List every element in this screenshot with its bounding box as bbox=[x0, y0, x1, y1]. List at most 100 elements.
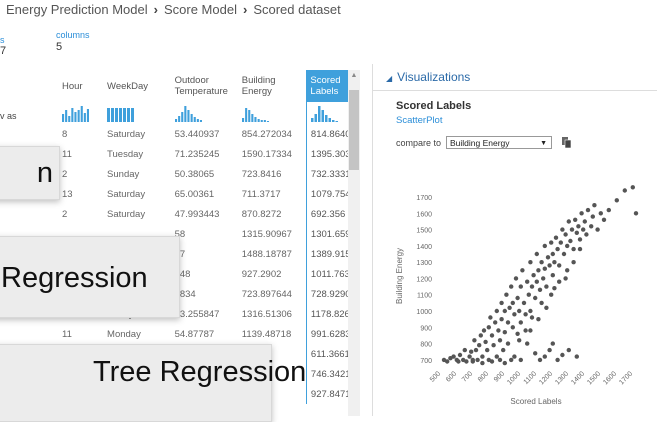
scatter-point bbox=[518, 284, 523, 289]
scatter-point bbox=[574, 230, 579, 235]
visualization-subtitle: ScatterPlot bbox=[396, 115, 443, 126]
scatter-point bbox=[582, 219, 587, 224]
scatter-point bbox=[558, 240, 563, 245]
scatter-point bbox=[528, 260, 533, 265]
table-scroll-thumb[interactable] bbox=[349, 90, 359, 170]
y-tick-label: 1700 bbox=[416, 195, 432, 202]
histogram-bar bbox=[314, 114, 317, 122]
histogram-bar bbox=[324, 115, 328, 122]
histogram-bar bbox=[321, 110, 324, 122]
histogram-bar bbox=[241, 118, 244, 122]
breadcrumb-item-model[interactable]: Energy Prediction Model bbox=[6, 2, 148, 17]
table-cell: Tuesday bbox=[107, 148, 144, 160]
compare-to-select[interactable]: Building Energy ▼ bbox=[446, 136, 552, 149]
histogram-temperature[interactable] bbox=[171, 102, 238, 124]
table-cell: Monday bbox=[107, 328, 141, 340]
histogram-bar bbox=[196, 119, 199, 122]
table-cell: 71.235245 bbox=[174, 148, 220, 160]
collapse-triangle-icon: ◢ bbox=[386, 74, 393, 83]
scatter-point bbox=[510, 325, 515, 330]
x-tick-label: 1200 bbox=[538, 370, 554, 386]
histogram-energy[interactable] bbox=[238, 102, 307, 124]
table-row[interactable]: 13 Saturday 65.00361 711.3717 1079.754 bbox=[58, 184, 358, 204]
scatter-point bbox=[467, 354, 472, 359]
column-header-outdoor-temperature[interactable]: Outdoor Temperature bbox=[171, 70, 238, 102]
histogram-bar bbox=[83, 113, 86, 122]
histogram-bar bbox=[193, 117, 196, 122]
histogram-hour[interactable] bbox=[58, 102, 103, 124]
column-header-hour[interactable]: Hour bbox=[58, 70, 103, 102]
x-tick-label: 700 bbox=[461, 370, 474, 383]
y-tick-label: 1600 bbox=[416, 211, 432, 218]
visualizations-header[interactable]: ◢ Visualizations bbox=[386, 70, 470, 84]
table-cell: 711.3717 bbox=[241, 188, 281, 200]
column-header-building-energy[interactable]: Building Energy bbox=[238, 70, 307, 102]
table-cell: Saturday bbox=[107, 128, 146, 140]
histogram-bar bbox=[71, 108, 74, 122]
table-cell: 54.87787 bbox=[174, 328, 215, 340]
copy-icon[interactable] bbox=[562, 137, 571, 148]
scatter-point bbox=[563, 232, 568, 237]
histogram-bar bbox=[328, 118, 331, 122]
scatter-point bbox=[472, 338, 477, 343]
scatter-point bbox=[566, 347, 571, 353]
scatter-point bbox=[488, 315, 493, 320]
x-tick-label: 1600 bbox=[602, 370, 618, 386]
table-cell: 47.993443 bbox=[174, 208, 220, 220]
scatter-point bbox=[502, 308, 507, 314]
scatter-point bbox=[456, 359, 461, 364]
x-tick-label: 800 bbox=[477, 370, 490, 383]
histogram-temperature-icon bbox=[174, 106, 202, 122]
breadcrumb-item-score-model[interactable]: Score Model bbox=[164, 2, 237, 17]
scatter-point bbox=[518, 320, 523, 325]
histogram-bar bbox=[107, 108, 111, 122]
scatter-point bbox=[512, 312, 517, 317]
histogram-bar bbox=[62, 114, 65, 122]
x-tick-label: 1100 bbox=[523, 370, 539, 386]
table-row[interactable]: 11 Monday 54.87787 1139.48718 991.6283 bbox=[58, 324, 358, 344]
table-row[interactable]: 2 Saturday 47.993443 870.8272 692.356 bbox=[58, 204, 358, 224]
scatter-point bbox=[541, 276, 546, 281]
table-row[interactable]: 11 Tuesday 71.235245 1590.17334 1395.303 bbox=[58, 144, 358, 164]
histogram-bar bbox=[310, 118, 314, 122]
histogram-bar bbox=[331, 120, 335, 122]
histogram-bar bbox=[186, 110, 190, 122]
scatter-point bbox=[445, 359, 450, 364]
compare-to-label: compare to bbox=[396, 138, 442, 148]
scatter-point bbox=[499, 317, 504, 322]
scatter-point bbox=[473, 347, 479, 353]
scatter-point bbox=[483, 339, 488, 345]
compare-to-value: Building Energy bbox=[450, 138, 510, 148]
table-row[interactable]: 8 Saturday 53.440937 854.272034 814.8640 bbox=[58, 124, 358, 144]
histogram-bar bbox=[80, 106, 83, 122]
x-tick-label: 500 bbox=[429, 370, 442, 383]
scatter-point bbox=[515, 295, 520, 301]
y-tick-label: 700 bbox=[420, 358, 432, 365]
column-header-weekday[interactable]: WeekDay bbox=[103, 70, 171, 102]
scatter-point bbox=[577, 246, 583, 252]
table-row[interactable]: 2 Sunday 50.38065 723.8416 732.3331 bbox=[58, 164, 358, 184]
scatter-point bbox=[464, 359, 469, 364]
histogram-bar bbox=[123, 108, 127, 122]
scatter-point bbox=[584, 232, 589, 237]
scatter-point bbox=[555, 357, 560, 363]
x-tick-label: 600 bbox=[445, 370, 458, 383]
table-cell: 11 bbox=[62, 328, 72, 340]
scatter-point bbox=[552, 260, 557, 265]
table-cell: 50.38065 bbox=[174, 168, 215, 180]
histogram-bar bbox=[77, 110, 80, 122]
histogram-bar bbox=[127, 108, 131, 122]
y-tick-label: 1100 bbox=[417, 293, 432, 300]
scroll-up-icon[interactable]: ▲ bbox=[349, 72, 359, 82]
scatter-point bbox=[560, 227, 565, 232]
histogram-weekday[interactable] bbox=[103, 102, 171, 124]
scatter-point bbox=[489, 359, 495, 364]
scatter-point bbox=[486, 325, 491, 330]
scatter-point bbox=[547, 347, 552, 353]
scatter-point bbox=[525, 279, 530, 284]
scatter-point bbox=[563, 276, 568, 281]
scatter-point bbox=[633, 211, 639, 216]
scatter-point bbox=[475, 357, 480, 363]
scatter-point bbox=[601, 217, 607, 222]
histogram-bar bbox=[247, 110, 251, 122]
